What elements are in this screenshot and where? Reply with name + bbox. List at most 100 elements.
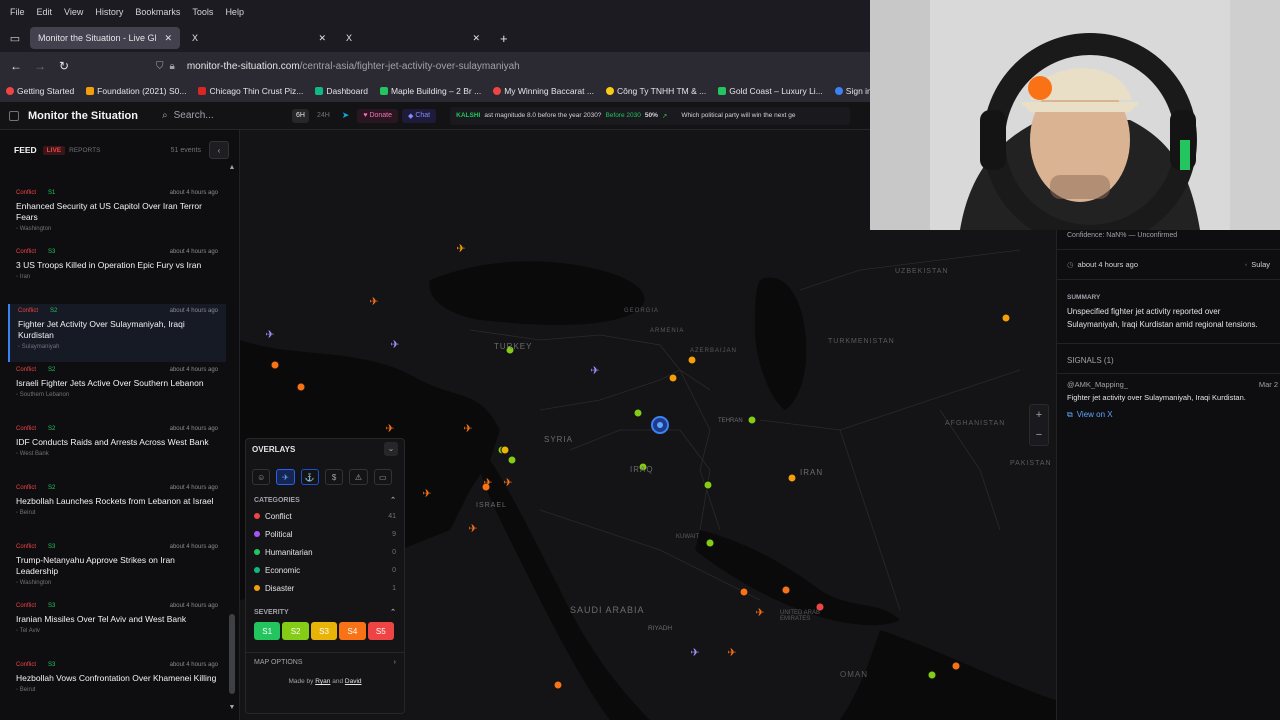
event-marker[interactable] xyxy=(668,373,678,383)
camera-overlay-icon[interactable]: ▭ xyxy=(373,469,392,485)
severity-chevron-icon[interactable]: ⌃ xyxy=(390,608,396,616)
people-overlay-icon[interactable]: ☺ xyxy=(252,469,271,485)
aircraft-icon[interactable]: ✈ xyxy=(265,328,274,341)
feed-scrollbar[interactable]: ▲ ▼ xyxy=(228,164,236,711)
search-input[interactable]: ⌕ Search... xyxy=(162,107,292,125)
category-filter[interactable]: Political 9 xyxy=(246,525,404,543)
aircraft-icon[interactable]: ✈ xyxy=(456,242,465,255)
close-icon[interactable]: ✕ xyxy=(472,33,480,44)
feed-item[interactable]: Conflict S1 about 4 hours ago Enhanced Secu… xyxy=(8,186,226,244)
aircraft-icon[interactable]: ✈ xyxy=(503,476,512,489)
zoom-out-button[interactable]: − xyxy=(1030,425,1048,445)
feed-item[interactable]: Conflict S3 about 4 hours ago 3 US Troops K… xyxy=(8,245,226,303)
aircraft-icon[interactable]: ✈ xyxy=(390,338,399,351)
bookmark-dashboard[interactable]: Dashboard xyxy=(315,86,368,96)
feed-item[interactable]: Conflict S2 about 4 hours ago Israeli Fight… xyxy=(8,363,226,421)
menu-view[interactable]: View xyxy=(64,7,83,17)
event-marker[interactable] xyxy=(739,587,749,597)
aircraft-icon[interactable]: ✈ xyxy=(690,646,699,659)
event-marker[interactable] xyxy=(787,473,797,483)
live-tab[interactable]: LIVE xyxy=(42,145,66,155)
aircraft-icon[interactable]: ✈ xyxy=(727,646,736,659)
aircraft-icon[interactable]: ✈ xyxy=(422,487,431,500)
feed-item[interactable]: Conflict S3 about 4 hours ago Hezbollah Vow… xyxy=(8,658,226,716)
event-marker[interactable] xyxy=(951,661,961,671)
event-marker[interactable] xyxy=(781,585,791,595)
bookmark-gold-coast[interactable]: Gold Coast – Luxury Li... xyxy=(718,86,823,96)
aircraft-icon[interactable]: ✈ xyxy=(590,364,599,377)
range-24h-button[interactable]: 24H xyxy=(313,109,334,123)
event-marker[interactable] xyxy=(927,670,937,680)
shield-icon[interactable]: ⛉ xyxy=(156,61,164,72)
alert-overlay-icon[interactable]: ⚠ xyxy=(349,469,368,485)
tab-x-1[interactable]: X ✕ xyxy=(184,27,334,49)
event-marker[interactable] xyxy=(703,480,713,490)
bookmark-getting-started[interactable]: Getting Started xyxy=(6,86,74,96)
aircraft-icon[interactable]: ✈ xyxy=(463,422,472,435)
event-marker[interactable] xyxy=(747,415,757,425)
category-filter[interactable]: Disaster 1 xyxy=(246,579,404,597)
chevron-down-icon[interactable]: ⌄ xyxy=(384,442,398,456)
range-6h-button[interactable]: 6H xyxy=(291,108,309,123)
close-icon[interactable]: ✕ xyxy=(164,33,172,44)
aircraft-icon[interactable]: ✈ xyxy=(385,422,394,435)
zoom-in-button[interactable]: + xyxy=(1030,405,1048,425)
ship-overlay-icon[interactable]: ⚓ xyxy=(300,469,319,485)
menu-bookmarks[interactable]: Bookmarks xyxy=(135,7,180,17)
collapse-feed-icon[interactable]: ‹ xyxy=(209,141,229,159)
event-marker[interactable] xyxy=(270,360,280,370)
menu-edit[interactable]: Edit xyxy=(37,7,53,17)
chat-button[interactable]: ◆ Chat xyxy=(402,108,437,123)
menu-file[interactable]: File xyxy=(10,7,25,17)
aircraft-icon[interactable]: ✈ xyxy=(468,522,477,535)
menu-history[interactable]: History xyxy=(95,7,123,17)
category-filter[interactable]: Economic 0 xyxy=(246,561,404,579)
severity-filter-button[interactable]: S4 xyxy=(339,622,366,640)
feed-item[interactable]: Conflict S3 about 4 hours ago Iranian Missi… xyxy=(8,599,226,657)
feed-item[interactable]: Conflict S3 about 4 hours ago Trump-Netanya… xyxy=(8,540,226,598)
event-marker[interactable] xyxy=(507,455,517,465)
categories-chevron-icon[interactable]: ⌃ xyxy=(390,496,396,504)
category-filter[interactable]: Humanitarian 0 xyxy=(246,543,404,561)
event-marker[interactable] xyxy=(633,408,643,418)
bookmark-chicago[interactable]: Chicago Thin Crust Piz... xyxy=(198,86,303,96)
chevron-right-icon[interactable]: › xyxy=(394,659,396,666)
feed-item[interactable]: Conflict S2 about 4 hours ago IDF Conducts … xyxy=(8,422,226,480)
signal-user[interactable]: @AMK_Mapping_ xyxy=(1067,380,1128,389)
severity-filter-button[interactable]: S1 xyxy=(254,622,281,640)
reload-icon[interactable]: ↻ xyxy=(52,59,76,73)
close-icon[interactable]: ✕ xyxy=(318,33,326,44)
severity-filter-button[interactable]: S2 xyxy=(282,622,309,640)
app-title[interactable]: Monitor the Situation xyxy=(28,110,138,122)
author-link-david[interactable]: David xyxy=(345,678,362,685)
new-tab-icon[interactable]: + xyxy=(500,31,508,46)
severity-filter-button[interactable]: S3 xyxy=(310,622,338,640)
forward-icon[interactable]: → xyxy=(28,59,52,73)
tab-monitor[interactable]: Monitor the Situation - Live Gl ✕ xyxy=(30,27,180,49)
scroll-up-icon[interactable]: ▲ xyxy=(228,164,236,171)
telegram-icon[interactable]: ➤ xyxy=(338,109,354,123)
scroll-down-icon[interactable]: ▼ xyxy=(228,704,236,711)
event-marker[interactable] xyxy=(500,445,510,455)
menu-tools[interactable]: Tools xyxy=(192,7,213,17)
scrollbar-thumb[interactable] xyxy=(229,614,235,694)
bookmark-sign-in[interactable]: Sign in - Drea xyxy=(834,86,870,96)
bookmark-maple[interactable]: Maple Building – 2 Br ... xyxy=(379,86,481,96)
finance-overlay-icon[interactable]: $ xyxy=(324,469,344,485)
severity-filter-button[interactable]: S5 xyxy=(367,622,395,640)
bookmark-foundation[interactable]: Foundation (2021) S0... xyxy=(86,86,186,96)
category-filter[interactable]: Conflict 41 xyxy=(246,507,404,525)
event-marker[interactable] xyxy=(1001,313,1011,323)
event-marker[interactable] xyxy=(553,680,563,690)
tab-x-2[interactable]: X ✕ xyxy=(338,27,488,49)
event-marker[interactable] xyxy=(705,538,715,548)
author-link-ryan[interactable]: Ryan xyxy=(315,678,330,685)
prediction-ticker[interactable]: KALSHI ast magnitude 8.0 before the year… xyxy=(450,106,851,125)
view-on-x-link[interactable]: ⧉ View on X xyxy=(1057,402,1280,420)
bookmark-baccarat[interactable]: My Winning Baccarat ... xyxy=(493,86,594,96)
aircraft-icon[interactable]: ✈ xyxy=(755,606,764,619)
event-marker[interactable] xyxy=(687,355,697,365)
aircraft-overlay-icon[interactable]: ✈ xyxy=(276,469,295,485)
reports-tab[interactable]: REPORTS xyxy=(69,147,100,154)
donate-button[interactable]: ♥ Donate xyxy=(357,108,399,123)
